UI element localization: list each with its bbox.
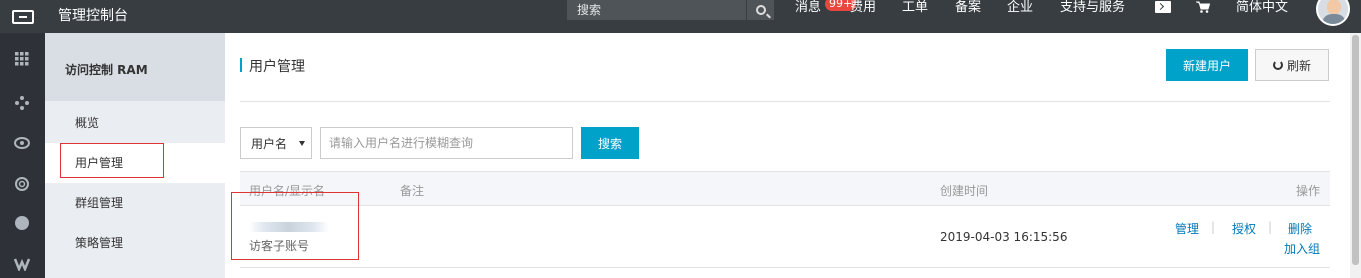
table-row: 访客子账号 2019-04-03 16:15:56 管理 | 授权 | 删除 加… — [240, 206, 1330, 268]
caret-down-icon — [299, 141, 305, 146]
column-header-created: 创建时间 — [940, 184, 989, 198]
sidebar-header-label: 访问控制 RAM — [65, 63, 148, 77]
grid-icon[interactable] — [13, 50, 31, 68]
highlight-box-users-menu — [60, 143, 164, 178]
console-title[interactable]: 管理控制台 — [58, 0, 128, 33]
created-time: 2019-04-03 16:15:56 — [940, 230, 1068, 244]
avatar[interactable] — [1316, 0, 1350, 26]
sidebar-item-overview[interactable]: 概览 — [45, 103, 225, 143]
nav-icp[interactable]: 备案 — [955, 0, 981, 18]
global-search — [567, 0, 774, 20]
nav-tickets[interactable]: 工单 — [902, 0, 928, 18]
manage-link[interactable]: 管理 — [1175, 220, 1199, 237]
refresh-button[interactable]: 刷新 — [1255, 49, 1329, 81]
aliyun-logo-icon[interactable] — [0, 0, 45, 33]
refresh-icon — [1272, 60, 1283, 70]
filter-select[interactable]: 用户名 — [240, 127, 312, 159]
highlight-box-user-row — [231, 192, 359, 260]
authorize-link[interactable]: 授权 — [1232, 220, 1256, 237]
wave-icon[interactable] — [13, 255, 31, 273]
nav-support[interactable]: 支持与服务 — [1060, 0, 1125, 18]
title-accent-bar — [240, 58, 242, 72]
product-icon-bar — [0, 33, 45, 278]
user-query-input[interactable] — [320, 127, 573, 159]
nav-messages[interactable]: 消息 — [795, 0, 821, 18]
separator: | — [1268, 220, 1273, 234]
top-navbar: 管理控制台 消息 99+ 费用 工单 备案 企业 支持与服务 简体中文 — [0, 0, 1361, 33]
cart-icon[interactable] — [1196, 1, 1210, 13]
nav-language[interactable]: 简体中文 — [1236, 0, 1288, 18]
delete-link[interactable]: 删除 — [1288, 220, 1312, 237]
add-to-group-link[interactable]: 加入组 — [1284, 240, 1320, 257]
products-icon[interactable] — [13, 94, 31, 112]
refresh-label: 刷新 — [1286, 58, 1311, 73]
sidebar-item-label: 群组管理 — [75, 196, 124, 210]
separator: | — [1211, 220, 1216, 234]
column-header-note: 备注 — [400, 184, 425, 198]
dot-icon[interactable] — [13, 214, 31, 232]
search-button[interactable]: 搜索 — [581, 127, 639, 159]
global-search-input[interactable] — [567, 0, 745, 20]
eye-icon[interactable] — [13, 134, 31, 152]
sidebar-item-label: 策略管理 — [75, 236, 124, 250]
sidebar-header: 访问控制 RAM — [45, 33, 225, 101]
filter-select-value: 用户名 — [251, 136, 288, 151]
search-icon[interactable] — [746, 0, 774, 20]
new-user-button[interactable]: 新建用户 — [1166, 49, 1248, 81]
table-header: 用户名/显示名 备注 创建时间 操作 — [240, 171, 1330, 206]
scrollbar-thumb[interactable] — [1352, 35, 1359, 265]
nav-billing[interactable]: 费用 — [850, 0, 876, 18]
nav-enterprise[interactable]: 企业 — [1007, 0, 1033, 18]
sidebar-item-label: 概览 — [75, 116, 100, 130]
column-header-actions: 操作 — [1296, 184, 1321, 198]
sidebar-item-groups[interactable]: 群组管理 — [45, 183, 225, 223]
sidebar-item-policies[interactable]: 策略管理 — [45, 223, 225, 263]
cloud-ring-icon[interactable] — [13, 175, 31, 193]
scrollbar[interactable] — [1350, 33, 1361, 278]
terminal-icon[interactable] — [1155, 1, 1171, 13]
page-title: 用户管理 — [249, 59, 305, 75]
divider — [240, 101, 1330, 102]
